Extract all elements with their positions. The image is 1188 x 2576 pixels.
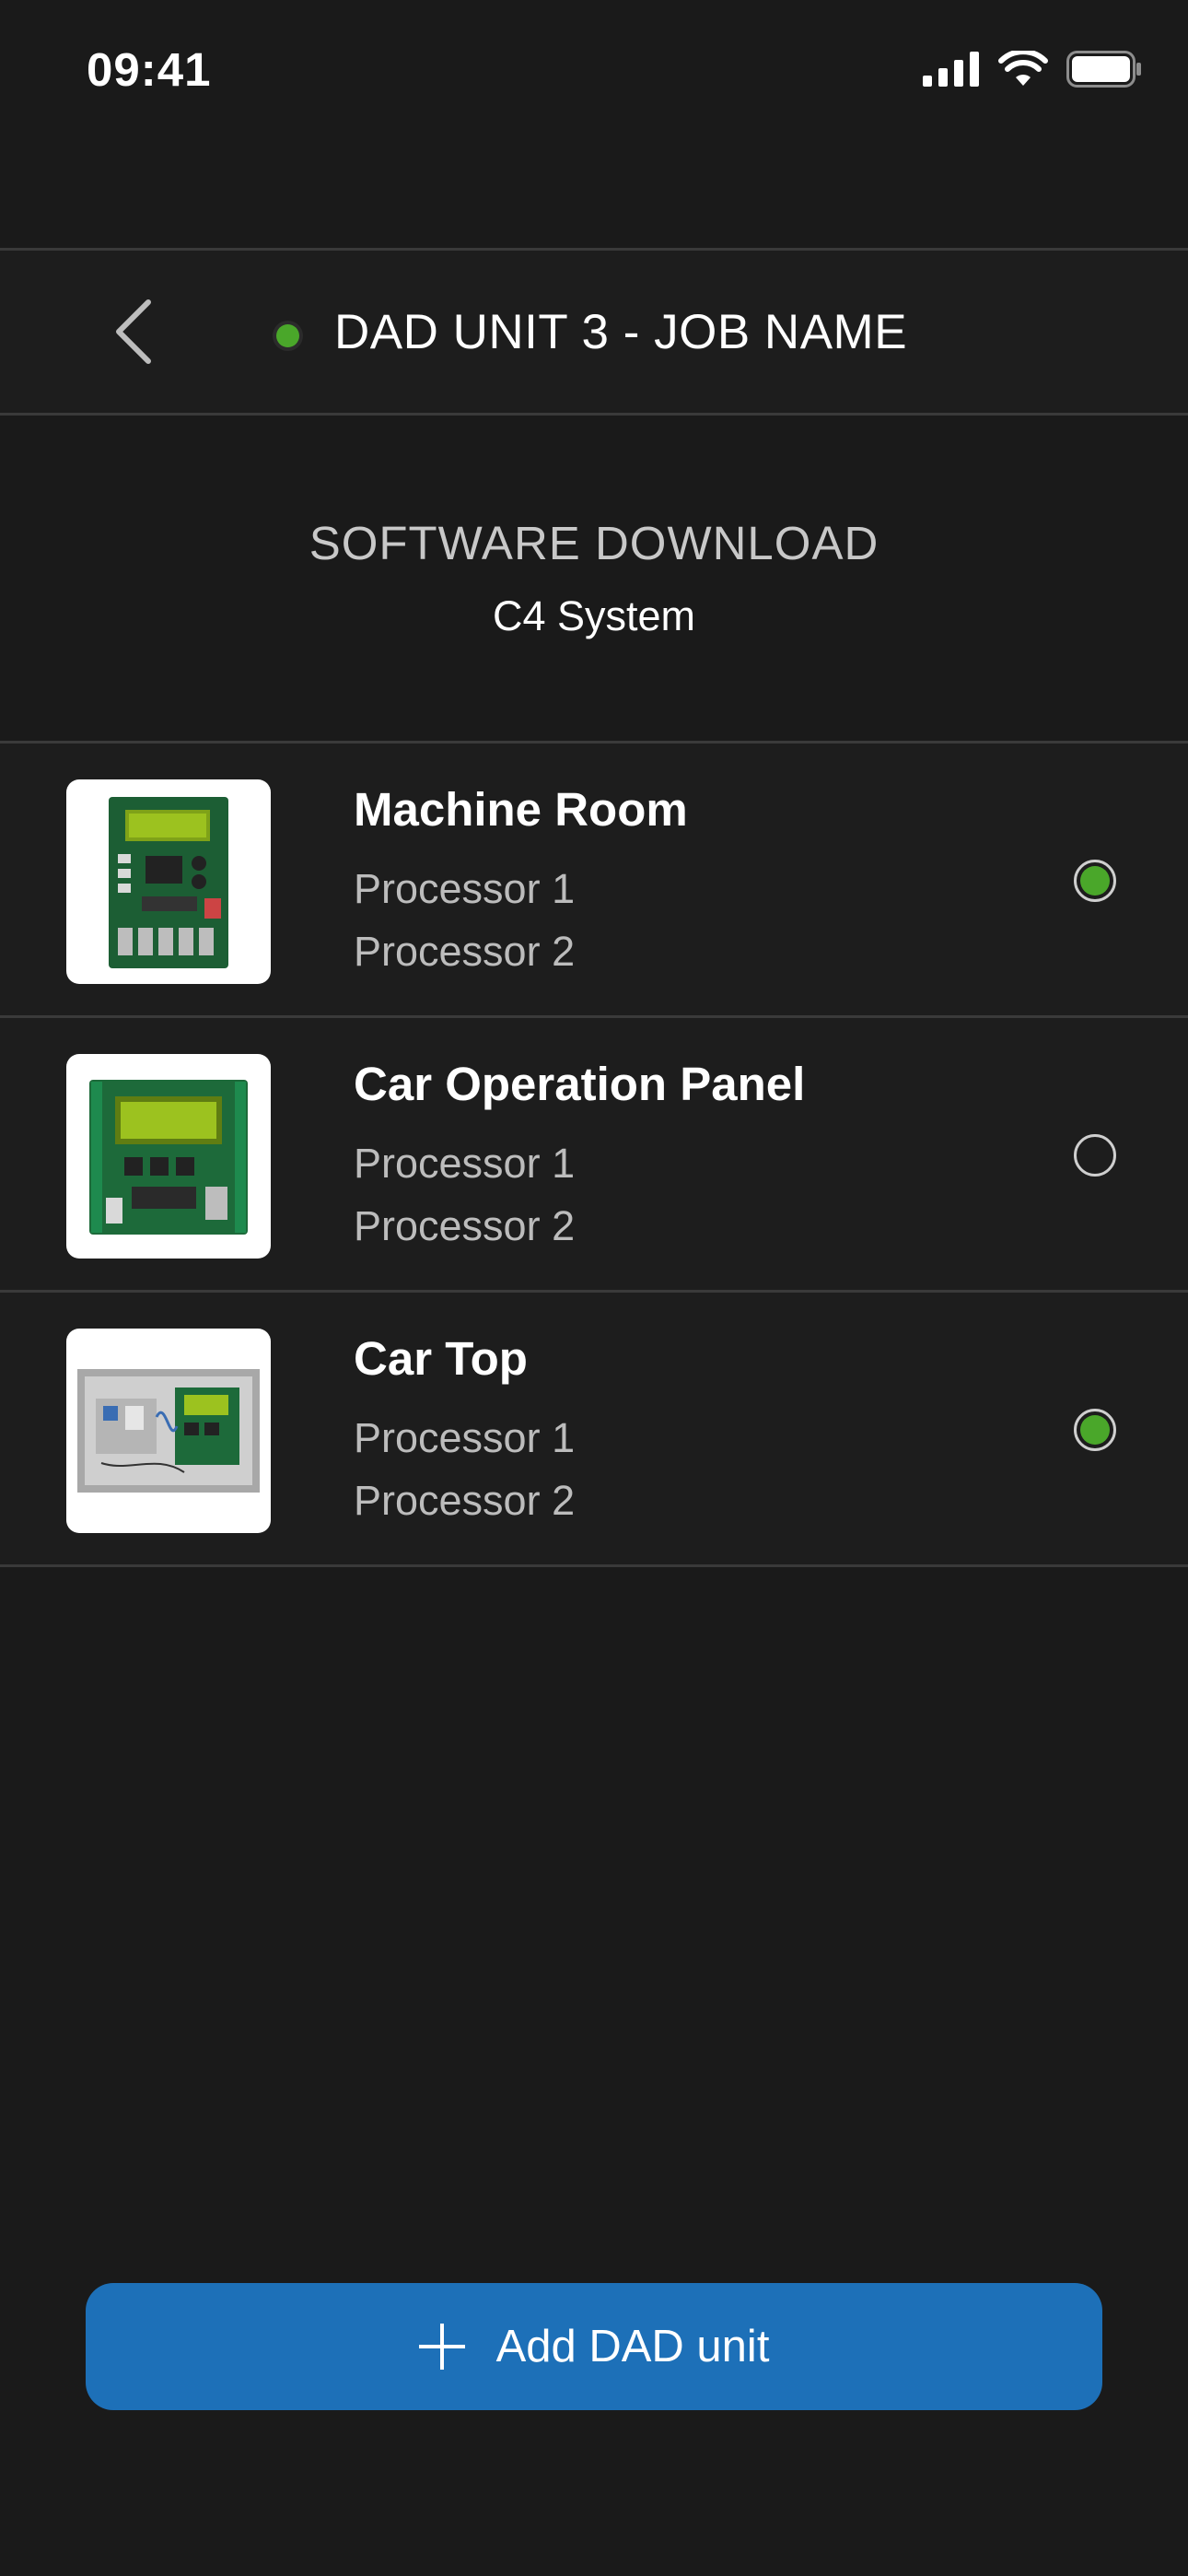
device-list: Machine Room Processor 1 Processor 2 Car… <box>0 741 1188 1567</box>
add-dad-unit-button[interactable]: Add DAD unit <box>86 2283 1102 2410</box>
radio-fill <box>1080 866 1110 896</box>
section-title: SOFTWARE DOWNLOAD <box>309 517 879 569</box>
list-item-line: Processor 1 <box>354 865 576 912</box>
radio-button-selected[interactable] <box>1074 1409 1116 1451</box>
battery-icon <box>1066 50 1142 92</box>
status-icons <box>923 48 1142 94</box>
control-box-image <box>66 1329 271 1533</box>
list-item-line: Processor 1 <box>354 1414 576 1461</box>
section-heading: SOFTWARE DOWNLOAD C4 System <box>0 516 1188 640</box>
list-item-line: Processor 2 <box>354 928 576 975</box>
list-item-title: Car Top <box>354 1332 528 1385</box>
status-time: 09:41 <box>87 43 212 96</box>
plus-icon <box>418 2324 465 2370</box>
connection-status-dot <box>276 324 299 347</box>
list-item-line: Processor 2 <box>354 1477 576 1524</box>
list-item-machine-room[interactable]: Machine Room Processor 1 Processor 2 <box>0 741 1188 1015</box>
radio-fill <box>1080 1415 1110 1445</box>
page-title: DAD UNIT 3 - JOB NAME <box>334 305 908 359</box>
list-item-car-operation-panel[interactable]: Car Operation Panel Processor 1 Processo… <box>0 1015 1188 1290</box>
nav-header: DAD UNIT 3 - JOB NAME <box>0 248 1188 416</box>
list-item-title: Car Operation Panel <box>354 1058 806 1110</box>
list-item-line: Processor 2 <box>354 1202 576 1249</box>
list-item-car-top[interactable]: Car Top Processor 1 Processor 2 <box>0 1290 1188 1567</box>
wifi-icon <box>998 48 1048 92</box>
radio-button-selected[interactable] <box>1074 860 1116 902</box>
add-button-label: Add DAD unit <box>495 2322 770 2371</box>
list-item-line: Processor 1 <box>354 1140 576 1187</box>
radio-button-unselected[interactable] <box>1074 1134 1116 1177</box>
back-button[interactable] <box>101 297 166 370</box>
circuit-board-image <box>66 1054 271 1259</box>
circuit-board-image <box>66 779 271 984</box>
section-subtitle: C4 System <box>492 592 696 639</box>
status-bar: 09:41 <box>0 0 1188 138</box>
list-item-title: Machine Room <box>354 783 688 836</box>
chevron-left-icon <box>113 299 154 369</box>
cellular-signal-icon <box>923 51 980 91</box>
